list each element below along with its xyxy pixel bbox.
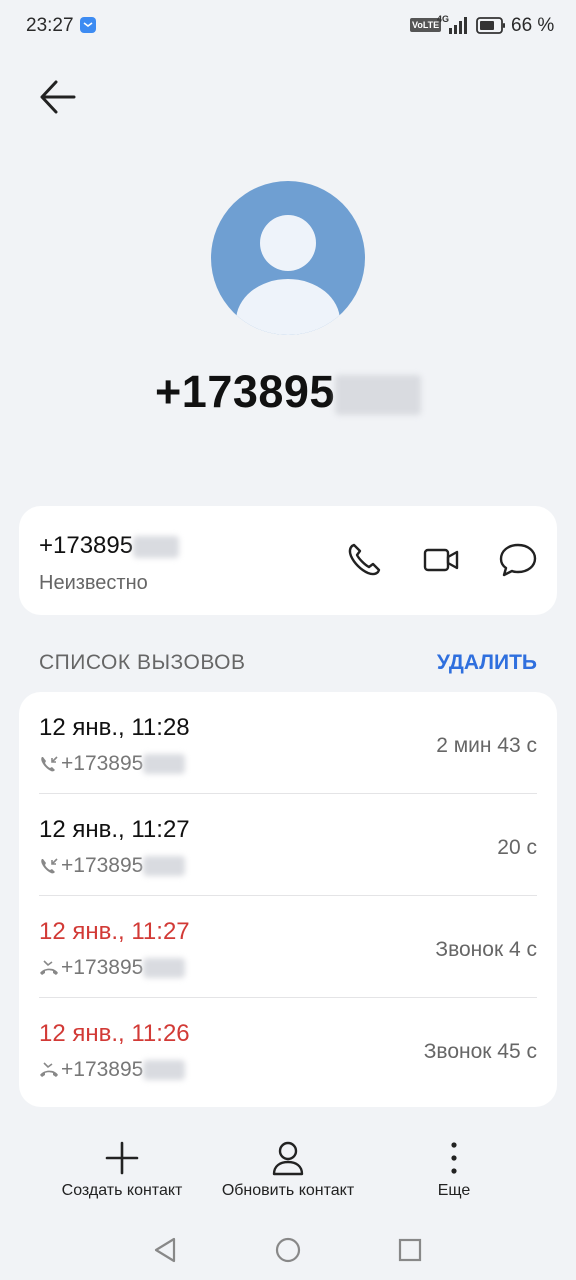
call-list-heading: СПИСОК ВЫЗОВОВ [39, 651, 246, 674]
call-row[interactable]: 12 янв., 11:26 +173895 Звонок 45 с [19, 998, 557, 1100]
nav-back-icon[interactable] [145, 1230, 185, 1270]
battery-icon [476, 17, 505, 34]
call-date-missed: 12 янв., 11:26 [39, 1020, 190, 1047]
missed-call-icon [40, 960, 58, 975]
status-bar: 23:27 VoLTE 4G 66 % [0, 0, 576, 52]
message-icon[interactable] [498, 540, 538, 580]
call-date: 12 янв., 11:27 [39, 816, 190, 843]
video-call-icon[interactable] [421, 540, 461, 580]
call-duration: Звонок 4 с [435, 938, 537, 961]
call-duration: 2 мин 43 с [436, 734, 537, 757]
redacted-digits [133, 535, 180, 558]
status-time: 23:27 [26, 15, 74, 36]
call-row[interactable]: 12 янв., 11:27 +173895 Звонок 4 с [19, 896, 557, 998]
call-number: +173895 [39, 956, 186, 980]
contact-phone-title: +173895 [0, 366, 576, 418]
person-silhouette-icon [236, 215, 340, 335]
avatar [211, 181, 365, 335]
redacted-digits [143, 856, 186, 876]
redacted-digits [143, 958, 186, 978]
missed-call-icon [40, 1062, 58, 1077]
call-row[interactable]: 12 янв., 11:27 +173895 20 с [19, 794, 557, 896]
person-icon [272, 1141, 304, 1176]
call-date: 12 янв., 11:28 [39, 714, 190, 741]
incoming-call-icon [41, 756, 58, 772]
call-number: +173895 [39, 854, 186, 878]
contact-info-card: +173895 Неизвестно [19, 506, 557, 615]
update-contact-button[interactable]: Обновить контакт [203, 1140, 373, 1200]
call-number-text: +173895 [61, 854, 144, 877]
contact-status: Неизвестно [39, 572, 148, 594]
redacted-digits [143, 1060, 186, 1080]
call-duration: Звонок 45 с [423, 1040, 537, 1063]
redacted-digits [334, 375, 421, 416]
more-button[interactable]: Еще [369, 1140, 539, 1200]
battery-percent: 66 % [511, 15, 555, 36]
call-number: +173895 [39, 1058, 186, 1082]
more-label: Еще [437, 1182, 471, 1199]
contact-number: +173895 [39, 532, 180, 560]
call-history-card: 12 янв., 11:28 +173895 2 мин 43 с 12 янв… [19, 692, 557, 1107]
more-vertical-icon [451, 1142, 457, 1174]
call-row[interactable]: 12 янв., 11:28 +173895 2 мин 43 с [19, 692, 557, 794]
delete-button[interactable]: УДАЛИТЬ [437, 651, 537, 675]
contact-number-text: +173895 [39, 532, 134, 559]
call-number-text: +173895 [61, 752, 144, 775]
nav-recents-icon[interactable] [390, 1230, 430, 1270]
phone-number-visible: +173895 [155, 366, 335, 417]
call-number-text: +173895 [61, 1058, 144, 1081]
app-notification-icon [80, 17, 96, 33]
call-duration: 20 с [497, 836, 537, 859]
back-arrow-icon[interactable] [34, 76, 80, 118]
nav-home-icon[interactable] [268, 1230, 308, 1270]
create-contact-label: Создать контакт [61, 1182, 183, 1199]
create-contact-button[interactable]: Создать контакт [37, 1140, 207, 1200]
redacted-digits [143, 754, 186, 774]
update-contact-label: Обновить контакт [221, 1182, 355, 1199]
signal-icon [449, 17, 467, 34]
call-number-text: +173895 [61, 956, 144, 979]
call-number: +173895 [39, 752, 186, 776]
incoming-call-icon [41, 858, 58, 874]
call-date-missed: 12 янв., 11:27 [39, 918, 190, 945]
phone-call-icon[interactable] [344, 540, 384, 580]
plus-icon [105, 1141, 139, 1175]
